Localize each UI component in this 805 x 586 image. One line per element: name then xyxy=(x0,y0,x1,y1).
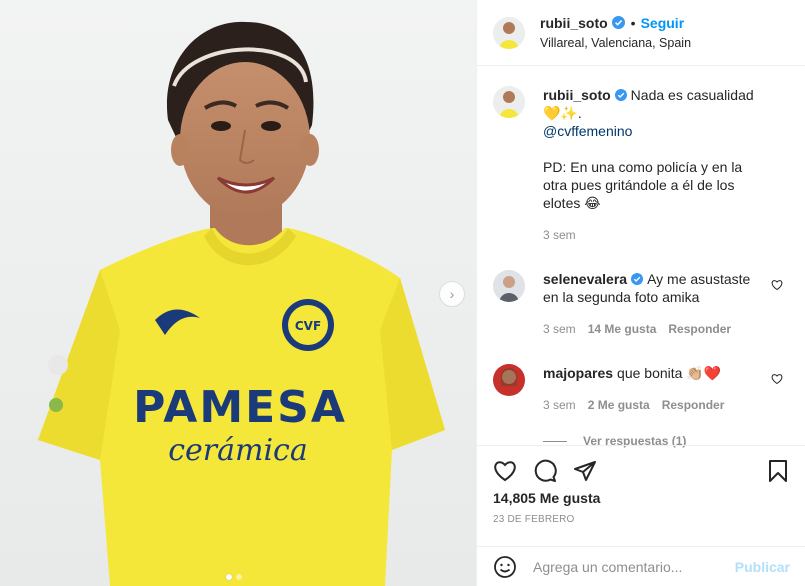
comment-item: selenevalera Ay me asustaste en la segund… xyxy=(493,270,789,338)
caption-time[interactable]: 3 sem xyxy=(543,226,576,244)
player-photo: CVF PAMESA cerámica xyxy=(0,0,476,586)
comment-item: majopares que bonita 👏🏼❤️ 3 sem 2 Me gust… xyxy=(493,364,789,414)
post-date: 23 DE FEBRERO xyxy=(493,514,575,525)
sponsor-main-text: PAMESA xyxy=(133,382,347,433)
carousel-indicator xyxy=(226,574,242,580)
caption-username[interactable]: rubii_soto xyxy=(543,87,611,103)
save-bookmark-icon[interactable] xyxy=(766,459,790,483)
share-paper-plane-icon[interactable] xyxy=(573,459,597,483)
carousel-dot xyxy=(236,574,242,580)
post-actions: 14,805 Me gusta 23 DE FEBRERO xyxy=(477,445,805,525)
separator-dot: • xyxy=(630,14,636,31)
like-heart-icon[interactable] xyxy=(493,459,517,483)
chevron-right-icon: › xyxy=(449,286,455,302)
avatar[interactable] xyxy=(493,16,525,49)
comment-bubble-icon[interactable] xyxy=(533,459,557,483)
likes-count[interactable]: 14,805 Me gusta xyxy=(477,490,805,506)
avatar[interactable] xyxy=(493,364,525,396)
post-location[interactable]: Villareal, Valenciana, Spain xyxy=(540,34,691,52)
verified-badge-icon xyxy=(611,16,625,29)
reply-button[interactable]: Responder xyxy=(668,320,731,338)
reply-button[interactable]: Responder xyxy=(662,396,725,414)
post-photo[interactable]: CVF PAMESA cerámica › xyxy=(0,0,476,586)
comment-username[interactable]: majopares xyxy=(543,365,613,381)
caption-ps: PD: En una como policía y en la otra pue… xyxy=(543,159,743,211)
post-header: rubii_soto • Seguir Villareal, Valencian… xyxy=(477,0,805,66)
avatar[interactable] xyxy=(493,86,525,118)
publish-button[interactable]: Publicar xyxy=(735,559,790,575)
avatar[interactable] xyxy=(493,270,525,302)
comments-list: rubii_soto Nada es casualidad 💛✨. @cvffem… xyxy=(477,66,805,448)
emoji-icon[interactable] xyxy=(493,555,517,579)
sponsor-sub-text: cerámica xyxy=(168,433,308,468)
replies-divider xyxy=(543,440,567,442)
post-sidebar: rubii_soto • Seguir Villareal, Valencian… xyxy=(476,0,805,586)
next-photo-button[interactable]: › xyxy=(439,281,465,307)
like-comment-heart-icon[interactable] xyxy=(771,279,783,291)
comment-time[interactable]: 3 sem xyxy=(543,320,576,338)
comment-likes[interactable]: 14 Me gusta xyxy=(588,320,657,338)
caption: rubii_soto Nada es casualidad 💛✨. @cvffem… xyxy=(493,86,789,244)
like-comment-heart-icon[interactable] xyxy=(771,373,783,385)
verified-badge-icon xyxy=(631,273,644,285)
follow-button[interactable]: Seguir xyxy=(641,14,685,32)
verified-badge-icon xyxy=(614,89,627,101)
comment-likes[interactable]: 2 Me gusta xyxy=(588,396,650,414)
comment-username[interactable]: selenevalera xyxy=(543,271,627,287)
comment-input[interactable] xyxy=(533,558,733,575)
badge-text: CVF xyxy=(295,319,321,333)
comment-composer: Publicar xyxy=(477,546,805,586)
author-username[interactable]: rubii_soto xyxy=(540,14,608,32)
mention-link[interactable]: @cvffemenino xyxy=(543,122,769,140)
carousel-dot xyxy=(226,574,232,580)
comment-text: que bonita 👏🏼❤️ xyxy=(617,365,722,381)
comment-time[interactable]: 3 sem xyxy=(543,396,576,414)
